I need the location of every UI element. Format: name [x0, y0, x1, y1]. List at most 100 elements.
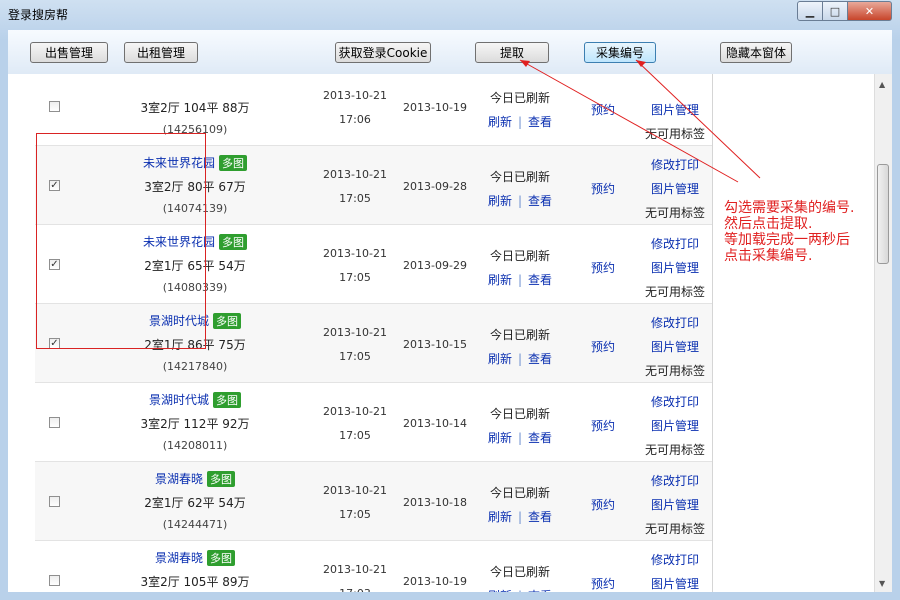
refresh-link[interactable]: 刷新: [488, 510, 512, 524]
refresh-status: 今日已刷新: [489, 486, 550, 500]
separator: |: [517, 352, 523, 366]
extract-button[interactable]: 提取: [475, 42, 549, 63]
scroll-down-icon[interactable]: ▼: [879, 579, 885, 588]
annotation-line: 等加载完成一两秒后: [724, 232, 850, 248]
view-link[interactable]: 查看: [528, 510, 552, 524]
property-name-link[interactable]: 景湖时代城 多图: [135, 391, 255, 408]
get-login-cookie-button[interactable]: 获取登录Cookie: [335, 42, 431, 63]
annotation-line: 点击采集编号.: [724, 248, 813, 264]
update-time: 17:05: [339, 508, 371, 521]
refresh-link[interactable]: 刷新: [488, 194, 512, 208]
publish-date: 2013-10-19: [403, 575, 467, 588]
scroll-up-icon[interactable]: ▲: [879, 80, 885, 89]
view-link[interactable]: 查看: [528, 273, 552, 287]
row-checkbox[interactable]: [49, 575, 60, 586]
listing-id: (14208011): [162, 439, 228, 452]
row-actions: 刷新 | 查看: [475, 192, 565, 209]
reserve-link[interactable]: 预约: [575, 575, 631, 592]
reserve-link[interactable]: 预约: [575, 417, 631, 434]
refresh-link[interactable]: 刷新: [488, 431, 512, 445]
window-title: 登录搜房帮: [8, 8, 69, 22]
refresh-status: 今日已刷新: [489, 565, 550, 579]
view-link[interactable]: 查看: [528, 115, 552, 129]
image-management-link[interactable]: 图片管理: [635, 496, 715, 513]
view-link[interactable]: 查看: [528, 431, 552, 445]
reserve-link[interactable]: 预约: [575, 101, 631, 118]
row-actions: 刷新 | 查看: [475, 508, 565, 525]
property-spec: 3室2厅 112平 92万: [140, 417, 250, 431]
property-name-link[interactable]: 景湖春晓 多图: [135, 470, 255, 487]
edit-print-link[interactable]: 修改打印: [635, 314, 715, 331]
separator: |: [517, 115, 523, 129]
property-spec: 3室2厅 105平 89万: [140, 575, 250, 589]
refresh-link[interactable]: 刷新: [488, 273, 512, 287]
minimize-button[interactable]: ▁: [797, 1, 823, 21]
separator: |: [518, 589, 522, 592]
edit-print-link[interactable]: 修改打印: [635, 551, 715, 568]
refresh-status: 今日已刷新: [489, 249, 550, 263]
row-actions: 刷新 | 查看: [475, 113, 565, 130]
column-divider: [712, 74, 713, 592]
window-controls: ▁ □ ✕: [797, 1, 892, 21]
image-management-link[interactable]: 图片管理: [635, 338, 715, 355]
title-bar[interactable]: 登录搜房帮 ▁ □ ✕: [0, 0, 900, 28]
separator: |: [517, 194, 523, 208]
reserve-link[interactable]: 预约: [575, 338, 631, 355]
update-time: 17:05: [339, 429, 371, 442]
view-link[interactable]: 查看: [528, 194, 552, 208]
rent-management-button[interactable]: 出租管理: [124, 42, 198, 63]
reserve-link[interactable]: 预约: [575, 180, 631, 197]
image-management-link[interactable]: 图片管理: [635, 259, 715, 276]
row-actions: 刷新 | 查看: [475, 271, 565, 288]
update-time: 17:05: [339, 271, 371, 284]
reserve-link[interactable]: 预约: [575, 259, 631, 276]
refresh-status: 今日已刷新: [489, 328, 550, 342]
row-checkbox[interactable]: [49, 417, 60, 428]
image-management-link[interactable]: 图片管理: [635, 101, 715, 118]
refresh-link[interactable]: 刷新: [488, 589, 512, 592]
multi-image-badge: 多图: [207, 550, 235, 566]
sale-management-button[interactable]: 出售管理: [30, 42, 108, 63]
no-tag-label: 无可用标签: [644, 206, 705, 220]
refresh-status: 今日已刷新: [489, 407, 550, 421]
close-button[interactable]: ✕: [848, 1, 892, 21]
multi-image-badge: 多图: [219, 234, 247, 250]
instruction-annotation: 勾选需要采集的编号. 然后点击提取. 等加载完成一两秒后 点击采集编号.: [724, 200, 854, 264]
listing-row: 景湖时代城 多图 3室2厅 112平 92万 (14208011) 2013-10-21…: [35, 383, 713, 462]
selection-highlight-box: [36, 133, 206, 349]
image-management-link[interactable]: 图片管理: [635, 575, 715, 592]
reserve-link[interactable]: 预约: [575, 496, 631, 513]
row-checkbox[interactable]: [49, 496, 60, 507]
separator: |: [517, 510, 523, 524]
update-time: 17:06: [339, 113, 371, 126]
annotation-line: 勾选需要采集的编号.: [724, 200, 855, 216]
edit-print-link[interactable]: 修改打印: [635, 235, 715, 252]
separator: |: [517, 273, 523, 287]
image-management-link[interactable]: 图片管理: [635, 417, 715, 434]
view-link[interactable]: 查看: [528, 589, 552, 592]
collect-ids-button[interactable]: 采集编号: [584, 42, 656, 63]
edit-print-link[interactable]: 修改打印: [635, 156, 715, 173]
property-spec: 3室2厅 104平 88万: [140, 101, 250, 115]
listing-id: (14244471): [162, 518, 228, 531]
hide-window-button[interactable]: 隐藏本窗体: [720, 42, 792, 63]
publish-date: 2013-10-19: [403, 101, 467, 114]
no-tag-label: 无可用标签: [644, 443, 705, 457]
publish-date: 2013-09-29: [403, 259, 467, 272]
row-checkbox[interactable]: [49, 101, 60, 112]
edit-print-link[interactable]: 修改打印: [635, 472, 715, 489]
refresh-link[interactable]: 刷新: [488, 115, 512, 129]
vertical-scrollbar[interactable]: ▲ ▼: [874, 74, 892, 592]
maximize-button[interactable]: □: [823, 1, 848, 21]
image-management-link[interactable]: 图片管理: [635, 180, 715, 197]
publish-date: 2013-10-15: [403, 338, 467, 351]
listing-id: (14217840): [162, 360, 228, 373]
scroll-thumb[interactable]: [877, 164, 889, 264]
annotation-line: 然后点击提取.: [724, 216, 813, 232]
refresh-link[interactable]: 刷新: [488, 352, 512, 366]
refresh-status: 今日已刷新: [489, 91, 550, 105]
view-link[interactable]: 查看: [528, 352, 552, 366]
edit-print-link[interactable]: 修改打印: [635, 393, 715, 410]
listing-row: 景湖春晓多图3室2厅 105平 89万(14256083)2013-10-211…: [35, 541, 713, 592]
property-name-link[interactable]: 景湖春晓 多图: [135, 549, 255, 566]
